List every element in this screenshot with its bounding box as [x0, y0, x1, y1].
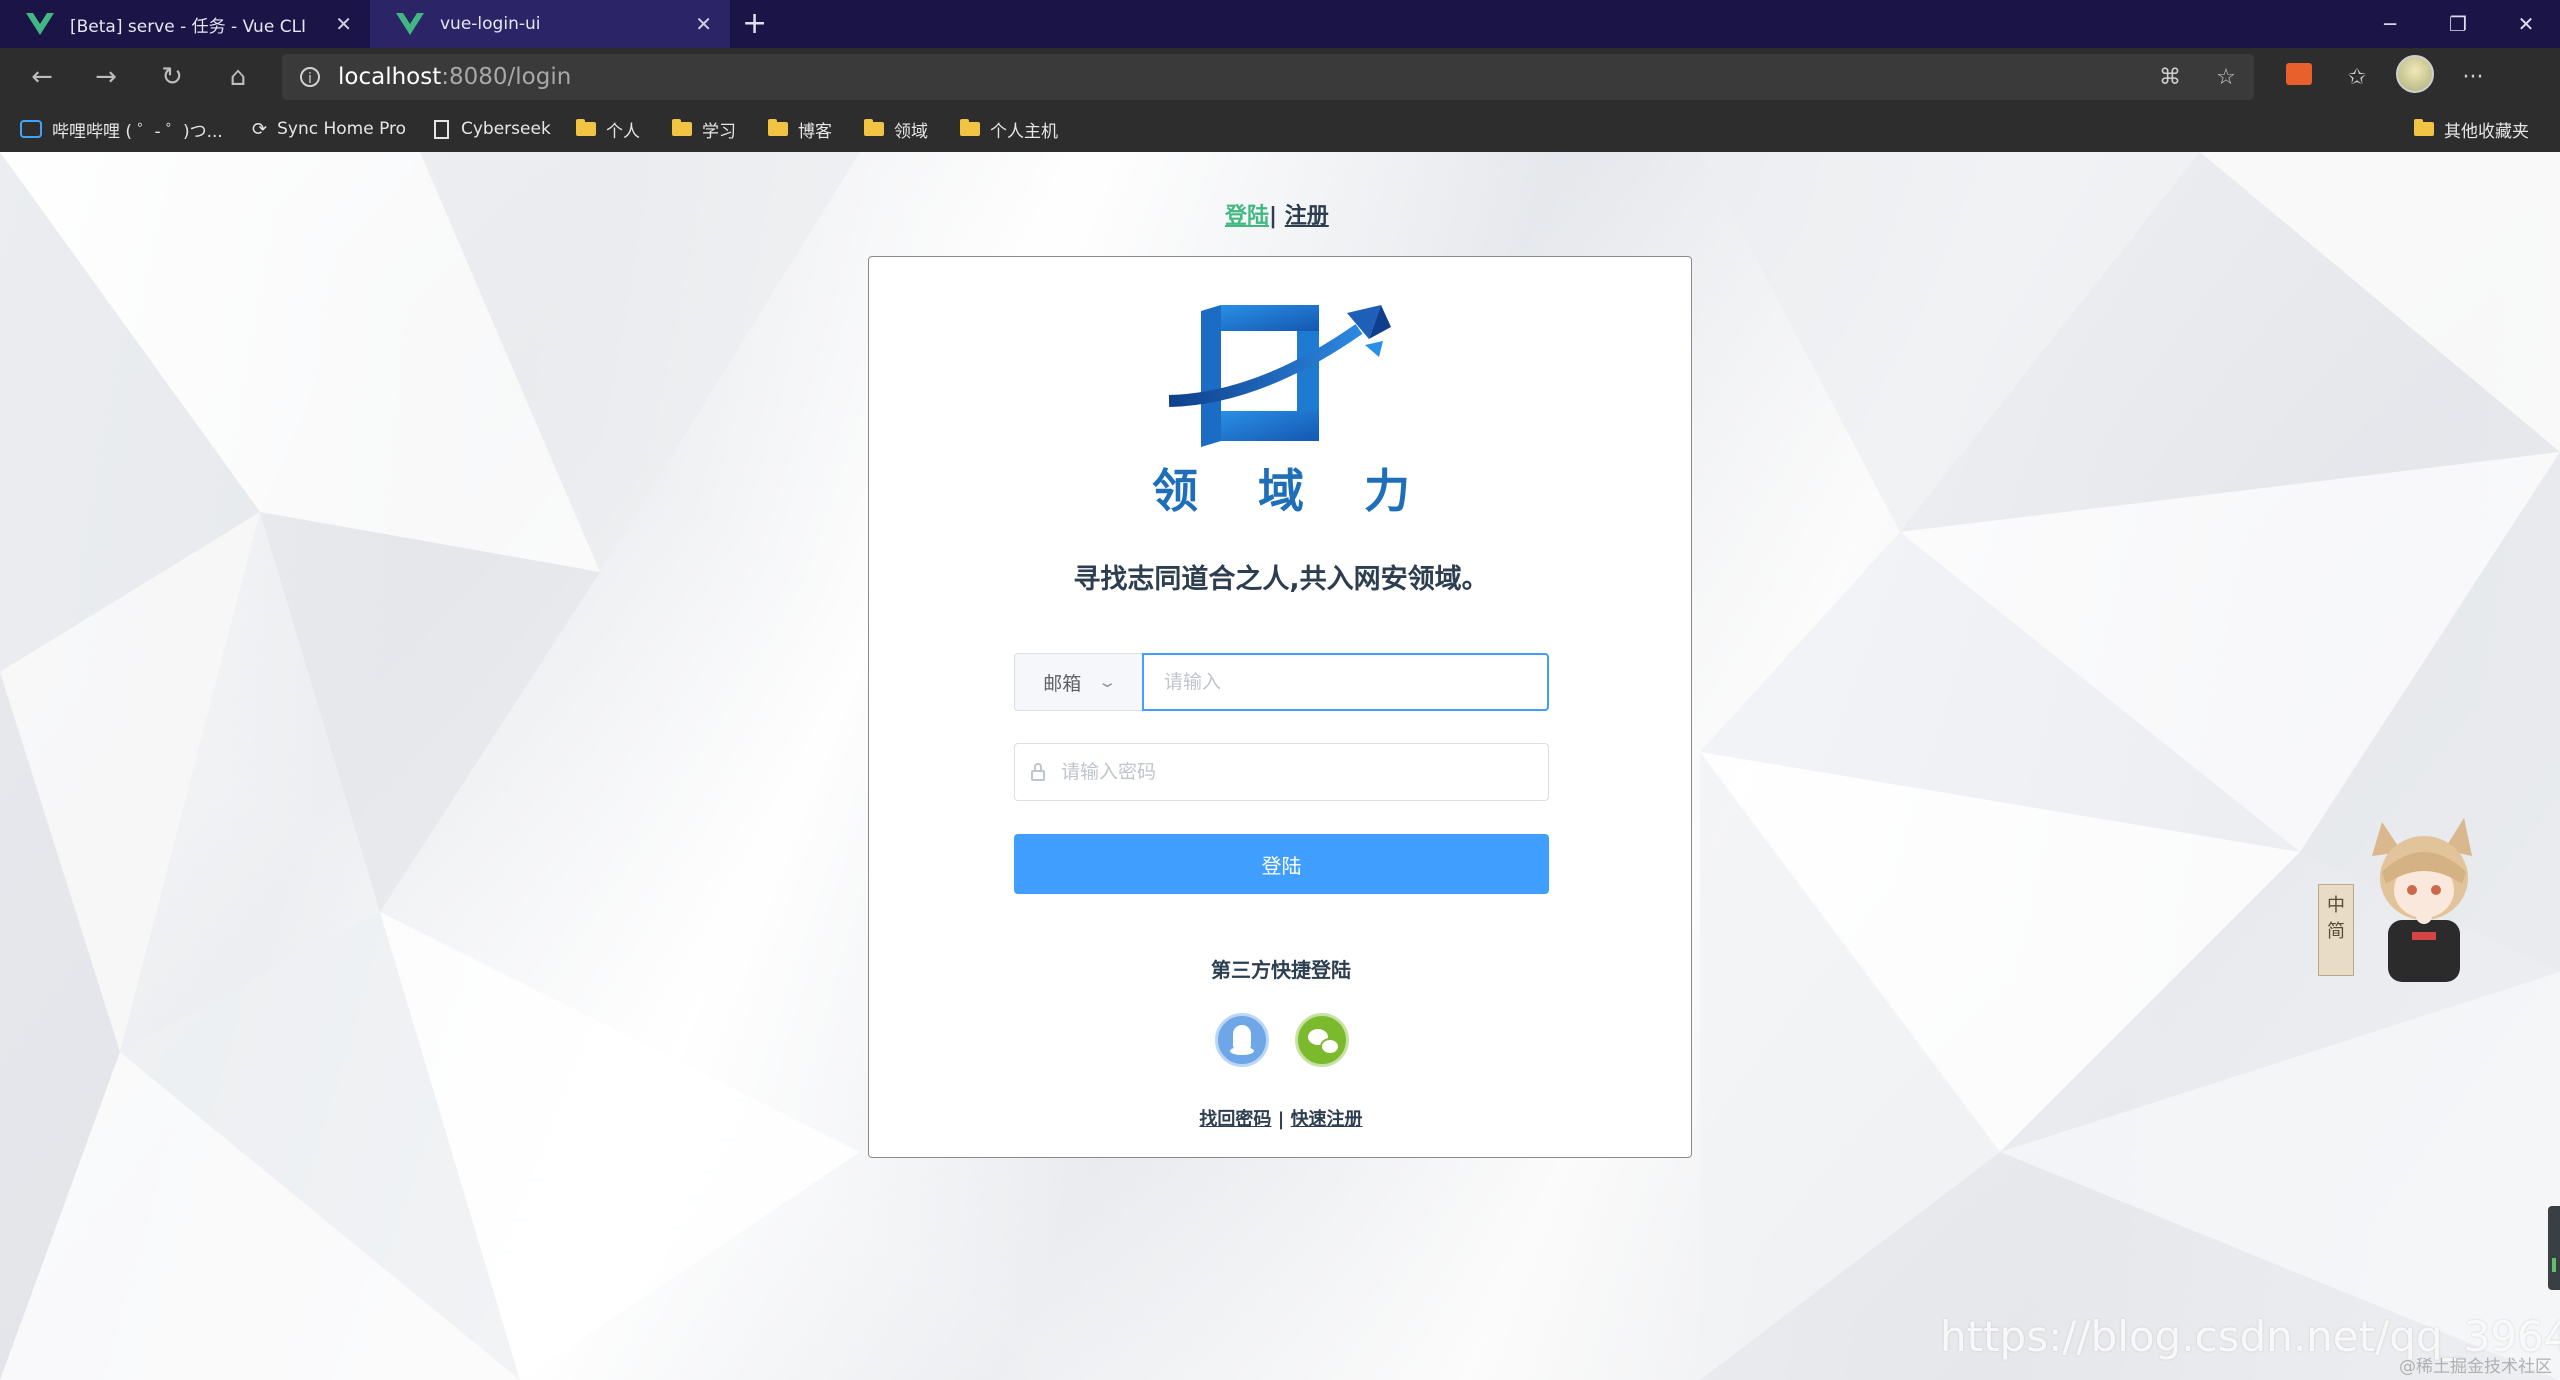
- third-party-title: 第三方快捷登陆: [1211, 958, 1351, 982]
- tab-vue-cli[interactable]: [Beta] serve - 任务 - Vue CLI ✕: [0, 0, 370, 48]
- forward-icon[interactable]: →: [86, 58, 126, 96]
- bookmark-label: 其他收藏夹: [2444, 121, 2529, 142]
- bookmark-label: 博客: [798, 121, 832, 142]
- slogan: 寻找志同道合之人,共入网安领域。: [1073, 564, 1489, 595]
- register-tab-link[interactable]: 注册: [1285, 204, 1329, 229]
- separator: |: [1269, 204, 1278, 229]
- side-panel-handle[interactable]: [2548, 1206, 2560, 1290]
- bookmarks-bar: 哔哩哔哩 ( ゜- ゜)つ... ⟳ Sync Home Pro Cyberse…: [0, 106, 2560, 152]
- extensions: ✩ ···: [2270, 54, 2502, 100]
- footer-links: 找回密码 | 快速注册: [869, 1105, 1693, 1131]
- bookmark-folder-domain[interactable]: 领域: [864, 106, 928, 152]
- auth-switch: 登陆| 注册: [1225, 198, 1329, 230]
- url-host: localhost: [338, 64, 442, 90]
- bookmark-folder-study[interactable]: 学习: [672, 106, 736, 152]
- account-input-group: 邮箱 ⌄: [1014, 653, 1549, 711]
- vue-logo-icon: [26, 13, 54, 35]
- lang-simplified: 简: [2327, 921, 2345, 942]
- refresh-icon[interactable]: ↻: [152, 58, 192, 96]
- folder-icon: [864, 119, 884, 136]
- info-icon[interactable]: i: [300, 67, 320, 87]
- language-toggle[interactable]: 中 简: [2318, 884, 2354, 976]
- bookmark-label: Cyberseek: [461, 119, 551, 139]
- folder-icon: [2414, 119, 2434, 136]
- bookmark-bilibili[interactable]: 哔哩哔哩 ( ゜- ゜)つ...: [20, 106, 223, 152]
- account-type-value: 邮箱: [1043, 672, 1082, 695]
- translate-icon[interactable]: ⌘: [2142, 65, 2198, 90]
- restore-icon[interactable]: ❐: [2424, 12, 2492, 36]
- sync-icon: ⟳: [252, 118, 268, 140]
- folder-icon: [672, 119, 692, 136]
- window-controls: ─ ❐ ✕: [2356, 0, 2560, 48]
- minimize-icon[interactable]: ─: [2356, 12, 2424, 36]
- chevron-down-icon: ⌄: [1097, 673, 1118, 691]
- bookmark-label: 个人主机: [990, 121, 1058, 142]
- bookmark-folder-personal[interactable]: 个人: [576, 106, 640, 152]
- bookmark-label: 学习: [702, 121, 736, 142]
- bookmark-folder-other[interactable]: 其他收藏夹: [2414, 106, 2529, 152]
- lang-zh: 中: [2327, 895, 2345, 916]
- browser-tab-bar: [Beta] serve - 任务 - Vue CLI ✕ vue-login-…: [0, 0, 2560, 48]
- password-field[interactable]: [1014, 743, 1549, 801]
- bookmark-folder-blog[interactable]: 博客: [768, 106, 832, 152]
- login-card: 领 域 力 寻找志同道合之人,共入网安领域。 邮箱 ⌄ 登陆 第三方快捷登陆 找…: [868, 256, 1692, 1158]
- password-input[interactable]: [1059, 744, 1548, 800]
- login-tab-link[interactable]: 登陆: [1225, 204, 1269, 229]
- bookmark-folder-personal-host[interactable]: 个人主机: [960, 106, 1058, 152]
- favorite-star-icon[interactable]: ☆: [2198, 65, 2254, 90]
- more-menu-icon[interactable]: ···: [2444, 65, 2502, 90]
- back-icon[interactable]: ←: [22, 58, 62, 96]
- login-button[interactable]: 登陆: [1014, 834, 1549, 894]
- brand-name: 领 域 力: [1151, 464, 1433, 518]
- tab-vue-login-ui[interactable]: vue-login-ui ✕: [370, 0, 730, 48]
- quick-register-link[interactable]: 快速注册: [1291, 1109, 1363, 1130]
- lock-icon: [1031, 762, 1045, 781]
- new-tab-icon[interactable]: +: [742, 6, 767, 42]
- tab-title: [Beta] serve - 任务 - Vue CLI: [70, 16, 307, 37]
- url-path: :8080/login: [441, 64, 572, 90]
- separator: |: [1277, 1109, 1285, 1130]
- juejin-watermark: @稀土掘金技术社区: [2399, 1357, 2552, 1377]
- bookmark-cyberseek[interactable]: Cyberseek: [434, 106, 551, 152]
- qq-login-icon[interactable]: [1215, 1013, 1269, 1067]
- bookmark-label: Sync Home Pro: [277, 119, 407, 139]
- favorites-list-icon[interactable]: ✩: [2328, 65, 2386, 90]
- mascot-character-icon: [2372, 818, 2472, 982]
- tab-title: vue-login-ui: [440, 14, 541, 34]
- close-icon[interactable]: ✕: [335, 12, 352, 36]
- account-input[interactable]: [1142, 653, 1549, 711]
- bilibili-icon: [20, 120, 42, 138]
- address-toolbar: ← → ↻ ⌂ i localhost :8080/login ⌘ ☆ ✩ ··…: [0, 48, 2560, 106]
- bookmark-sync-home-pro[interactable]: ⟳ Sync Home Pro: [252, 106, 406, 152]
- forgot-password-link[interactable]: 找回密码: [1199, 1109, 1271, 1130]
- folder-icon: [768, 119, 788, 136]
- folder-icon: [576, 119, 596, 136]
- account-type-select[interactable]: 邮箱 ⌄: [1014, 653, 1142, 711]
- page-icon: [434, 119, 449, 139]
- bookmark-label: 哔哩哔哩 ( ゜- ゜)つ...: [52, 121, 223, 142]
- home-icon[interactable]: ⌂: [218, 58, 258, 96]
- live2d-mascot[interactable]: 中 简: [2318, 812, 2494, 982]
- url-bar[interactable]: i localhost :8080/login ⌘ ☆: [282, 54, 2254, 100]
- close-icon[interactable]: ✕: [695, 12, 712, 36]
- page-viewport: 登陆| 注册 领 域 力 寻找志同道合之人,共入网安领域。 邮箱 ⌄ 请输入 登…: [0, 152, 2560, 1380]
- close-window-icon[interactable]: ✕: [2492, 12, 2560, 36]
- bookmark-label: 个人: [606, 121, 640, 142]
- brand-logo: [1169, 305, 1391, 447]
- extension-icon[interactable]: [2270, 63, 2328, 91]
- wechat-login-icon[interactable]: [1295, 1013, 1349, 1067]
- profile-avatar[interactable]: [2386, 55, 2444, 99]
- vue-logo-icon: [396, 13, 424, 35]
- bookmark-label: 领域: [894, 121, 928, 142]
- url-actions: ⌘ ☆: [2142, 54, 2254, 100]
- folder-icon: [960, 119, 980, 136]
